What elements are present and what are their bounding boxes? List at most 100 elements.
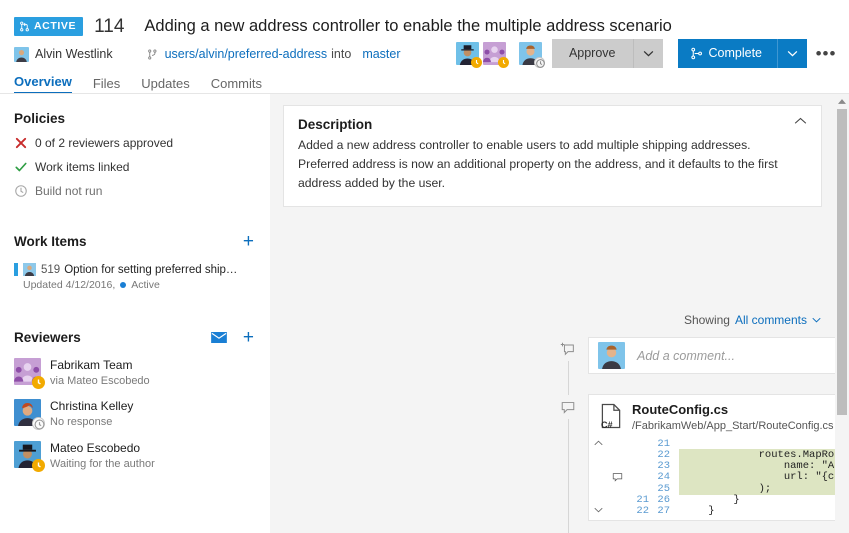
author-name: Alvin Westlink: [35, 47, 113, 61]
work-item-state: Active: [131, 279, 160, 291]
add-comment-placeholder: Add a comment...: [637, 349, 735, 363]
reviewer-avatar-group: [456, 42, 542, 65]
description-title: Description: [298, 117, 372, 132]
page-title: Adding a new address controller to enabl…: [144, 18, 671, 35]
diff-row: 22 27 }: [589, 506, 849, 517]
diff-new-line: 23: [653, 460, 679, 472]
expand-up-button[interactable]: [589, 439, 608, 449]
current-user-avatar: [598, 342, 625, 369]
work-item-id: 519: [41, 264, 60, 276]
work-item-line-secondary: Updated 4/12/2016, Active: [23, 279, 256, 291]
chevron-down-icon: [594, 507, 603, 513]
author-avatar: [14, 47, 29, 62]
reviewer-row-mateo-escobedo[interactable]: Mateo Escobedo Waiting for the author: [14, 441, 256, 471]
new-comment-icon[interactable]: [560, 341, 576, 357]
chevron-up-icon[interactable]: [794, 117, 807, 125]
file-header: C# RouteConfig.cs /FabrikamWeb/App_Start…: [589, 395, 849, 438]
diff-row: 21 26 }: [589, 494, 849, 505]
complete-button[interactable]: Complete: [678, 39, 778, 68]
main-scrollbar[interactable]: [835, 95, 849, 533]
diff-row: 23 name: "Address",: [589, 461, 849, 472]
more-actions-button[interactable]: •••: [813, 39, 839, 68]
reviewer-avatar-mateo-escobedo[interactable]: [456, 42, 479, 65]
policy-label: Work items linked: [35, 160, 129, 174]
reviewer-status: No response: [50, 415, 133, 429]
reviewer-status-badge-pending: [534, 57, 545, 68]
pull-request-page: ACTIVE 114 Adding a new address controll…: [0, 0, 849, 533]
diff-old-line: 22: [627, 505, 653, 517]
complete-dropdown-button[interactable]: [777, 39, 807, 68]
reviewer-status-badge-waiting: [498, 57, 509, 68]
reviewer-avatar: [14, 441, 41, 468]
file-name[interactable]: RouteConfig.cs: [632, 403, 834, 418]
status-badge: ACTIVE: [14, 17, 83, 36]
reviewers-section: Reviewers + Fabrikam T: [14, 328, 256, 471]
diff-comment-slot[interactable]: [608, 472, 627, 482]
reviewer-text: Mateo Escobedo Waiting for the author: [50, 441, 155, 471]
x-icon: [14, 136, 28, 150]
header-actions: Approve Complete •••: [456, 38, 839, 68]
reviewer-row-fabrikam-team[interactable]: Fabrikam Team via Mateo Escobedo: [14, 358, 256, 388]
page-header: ACTIVE 114 Adding a new address controll…: [0, 0, 849, 94]
chevron-down-icon[interactable]: [812, 317, 821, 323]
diff-code: );: [679, 483, 849, 495]
title-row: ACTIVE 114 Adding a new address controll…: [14, 14, 672, 38]
reviewers-title: Reviewers: [14, 330, 211, 345]
main-content: Description Added a new address controll…: [270, 94, 849, 533]
policy-label: 0 of 2 reviewers approved: [35, 136, 173, 150]
approve-dropdown-button[interactable]: [633, 39, 663, 68]
source-branch-link[interactable]: users/alvin/preferred-address: [165, 47, 328, 61]
expand-down-button[interactable]: [589, 506, 608, 516]
description-panel: Description Added a new address controll…: [283, 105, 822, 207]
csharp-file-icon: C#: [600, 403, 623, 430]
description-body: Added a new address controller to enable…: [298, 136, 807, 193]
work-item-row[interactable]: 519 Option for setting preferred shippin…: [14, 263, 256, 291]
tab-bar: Overview Files Updates Commits: [14, 70, 262, 94]
diff-new-line: 26: [653, 494, 679, 506]
reviewer-status-badge-waiting: [471, 57, 482, 68]
reviewer-avatar-christina-kelley[interactable]: [519, 42, 542, 65]
thread-gutter: [557, 341, 579, 533]
comment-icon: [612, 472, 623, 482]
diff-new-line: 24: [653, 471, 679, 483]
work-item-title: Option for setting preferred shipping...: [64, 264, 242, 276]
diff-row: 25 );: [589, 483, 849, 494]
svg-text:C#: C#: [601, 420, 613, 430]
reviewer-text: Christina Kelley No response: [50, 399, 133, 429]
scroll-up-button[interactable]: [835, 95, 849, 108]
diff-code: }: [679, 494, 849, 506]
tab-files[interactable]: Files: [93, 77, 120, 94]
policies-title: Policies: [14, 111, 256, 126]
target-branch-link[interactable]: master: [362, 47, 400, 61]
file-path: /FabrikamWeb/App_Start/RouteConfig.cs: [632, 420, 834, 432]
tab-updates[interactable]: Updates: [141, 77, 189, 94]
diff-new-line: 27: [653, 505, 679, 517]
diff-code: routes.MapRoute(: [679, 449, 849, 461]
add-comment-box[interactable]: Add a comment...: [588, 337, 849, 374]
description-header: Description: [298, 117, 807, 132]
reviewer-avatar: [14, 358, 41, 385]
work-item-assignee-avatar: [23, 263, 36, 276]
mail-icon[interactable]: [211, 332, 227, 343]
diff-row: 22 routes.MapRoute(: [589, 449, 849, 460]
chevron-up-icon: [594, 440, 603, 446]
reviewer-avatar-fabrikam-team[interactable]: [483, 42, 506, 65]
approve-button[interactable]: Approve: [552, 39, 633, 68]
add-reviewer-button[interactable]: +: [241, 328, 256, 347]
work-item-updated: Updated 4/12/2016,: [23, 279, 115, 291]
scrollbar-thumb[interactable]: [837, 109, 847, 415]
policy-label: Build not run: [35, 184, 102, 198]
reviewer-row-christina-kelley[interactable]: Christina Kelley No response: [14, 399, 256, 429]
policy-row-build: Build not run: [14, 184, 256, 198]
comment-icon[interactable]: [560, 399, 576, 415]
diff-row: 24 url: "{controller}/{action}/{id}": [589, 472, 849, 483]
branch-info: users/alvin/preferred-address into maste…: [147, 47, 401, 61]
tab-commits[interactable]: Commits: [211, 77, 262, 94]
add-work-item-button[interactable]: +: [241, 232, 256, 251]
work-items-section: Work Items + 519 Option for setting pref…: [14, 232, 256, 291]
tab-overview[interactable]: Overview: [14, 75, 72, 94]
clock-icon: [14, 184, 28, 198]
showing-value[interactable]: All comments: [735, 313, 807, 327]
diff-row: 21: [589, 438, 849, 449]
reviewer-text: Fabrikam Team via Mateo Escobedo: [50, 358, 150, 388]
